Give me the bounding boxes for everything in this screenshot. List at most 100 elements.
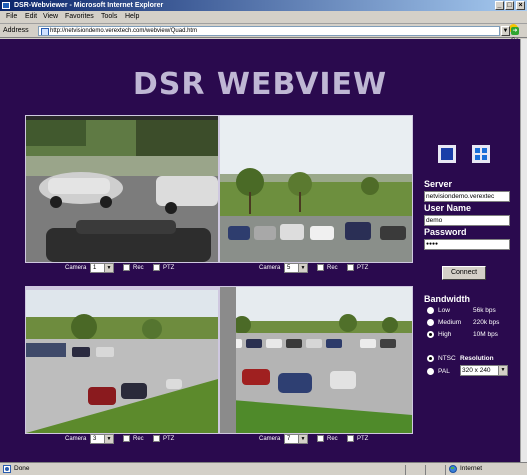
bandwidth-label: Bandwidth [424, 294, 470, 304]
connect-button[interactable]: Connect [442, 266, 486, 280]
ptz-label: PTZ [357, 265, 369, 271]
quad-view-icon[interactable] [472, 145, 490, 163]
single-view-icon[interactable] [438, 145, 456, 163]
menu-view[interactable]: View [43, 13, 58, 20]
camera-select[interactable]: 5 ▼ [284, 263, 308, 273]
maximize-button[interactable]: □ [505, 1, 514, 10]
address-label: Address [3, 27, 29, 34]
camera-select-value: 3 [93, 436, 97, 442]
ptz-checkbox[interactable] [153, 435, 160, 442]
rec-label: Rec [327, 436, 338, 442]
rec-checkbox[interactable] [317, 264, 324, 271]
go-arrow-icon: ➜ [511, 27, 519, 35]
resolution-value: 320 x 240 [462, 367, 491, 374]
username-label: User Name [424, 203, 472, 213]
camera-image-lot-trees [220, 116, 412, 262]
resolution-select[interactable]: 320 x 240 ▼ [460, 365, 508, 376]
bandwidth-low-label: Low [438, 307, 450, 314]
zone-text: Internet [460, 465, 483, 472]
camera-controls-5: Camera 5 ▼ Rec PTZ [219, 262, 411, 274]
camera-select[interactable]: 3 ▼ [90, 434, 114, 444]
camera-view-7[interactable] [219, 286, 413, 434]
rec-checkbox[interactable] [123, 264, 130, 271]
chevron-down-icon: ▼ [498, 366, 507, 375]
page-done-icon [3, 465, 11, 473]
camera-view-1[interactable] [25, 115, 219, 263]
camera-controls-1: Camera 1 ▼ Rec PTZ [25, 262, 217, 274]
camera-label: Camera [259, 265, 281, 271]
bandwidth-medium-label: Medium [438, 319, 462, 326]
menu-favorites[interactable]: Favorites [65, 13, 94, 20]
camera-select[interactable]: 7 ▼ [284, 434, 308, 444]
rec-label: Rec [133, 265, 144, 271]
chevron-down-icon: ▼ [298, 435, 307, 443]
password-input[interactable]: ●●●● [424, 239, 510, 250]
bandwidth-low-rate: 56k bps [473, 307, 496, 314]
window-title-bar: DSR-Webviewer - Microsoft Internet Explo… [0, 0, 527, 11]
ntsc-radio[interactable] [427, 355, 434, 362]
rec-label: Rec [133, 436, 144, 442]
window-title: DSR-Webviewer - Microsoft Internet Explo… [14, 2, 164, 9]
pal-label: PAL [438, 368, 450, 375]
menu-help[interactable]: Help [125, 13, 139, 20]
server-label: Server [424, 179, 453, 189]
page-title: DSR WEBVIEW [132, 67, 388, 102]
menu-edit[interactable]: Edit [25, 13, 37, 20]
go-button[interactable]: ➜ Go [511, 26, 527, 44]
ptz-label: PTZ [357, 436, 369, 442]
menu-file[interactable]: File [6, 13, 17, 20]
ptz-checkbox[interactable] [153, 264, 160, 271]
page-content: DSR WEBVIEW Camera 1 ▼ Rec PTZ Camera 5 … [0, 39, 520, 462]
camera-controls-7: Camera 7 ▼ Rec PTZ [219, 433, 411, 445]
camera-select[interactable]: 1 ▼ [90, 263, 114, 273]
minimize-button[interactable]: _ [495, 1, 504, 10]
bandwidth-high-rate: 10M bps [473, 331, 498, 338]
rec-checkbox[interactable] [123, 435, 130, 442]
page-icon [41, 28, 49, 35]
status-text: Done [14, 465, 30, 472]
camera-view-5[interactable] [219, 115, 413, 263]
camera-image-lot-overhead [26, 287, 218, 433]
bandwidth-medium-rate: 220k bps [473, 319, 500, 326]
camera-select-value: 1 [93, 265, 97, 271]
bandwidth-medium-radio[interactable] [427, 319, 434, 326]
menu-bar: File Edit View Favorites Tools Help e [0, 11, 527, 34]
bandwidth-high-label: High [438, 331, 452, 338]
camera-controls-3: Camera 3 ▼ Rec PTZ [25, 433, 217, 445]
ptz-checkbox[interactable] [347, 264, 354, 271]
address-bar: Address http://netvisiondemo.verextech.c… [0, 24, 527, 44]
vertical-scrollbar[interactable] [520, 39, 527, 462]
ptz-label: PTZ [163, 265, 175, 271]
ptz-label: PTZ [163, 436, 175, 442]
camera-select-value: 5 [287, 265, 291, 271]
status-bar: Done Internet [0, 462, 527, 475]
server-input[interactable]: netvisiondemo.verextec [424, 191, 510, 202]
ntsc-label: NTSC [438, 355, 456, 362]
chevron-down-icon: ▼ [298, 264, 307, 272]
ie-page-icon [2, 2, 10, 9]
camera-select-value: 7 [287, 436, 291, 442]
chevron-down-icon: ▼ [104, 264, 113, 272]
ptz-checkbox[interactable] [347, 435, 354, 442]
camera-label: Camera [65, 265, 87, 271]
bandwidth-high-radio[interactable] [427, 331, 434, 338]
camera-image-lot-wide [220, 287, 412, 433]
camera-label: Camera [65, 436, 87, 442]
pal-radio[interactable] [427, 368, 434, 375]
close-button[interactable]: × [516, 1, 525, 10]
camera-image-parking-cars [26, 116, 218, 262]
password-label: Password [424, 227, 467, 237]
address-url: http://netvisiondemo.verextech.com/webvi… [50, 28, 198, 34]
rec-checkbox[interactable] [317, 435, 324, 442]
internet-zone-icon [449, 465, 457, 473]
address-input[interactable]: http://netvisiondemo.verextech.com/webvi… [38, 26, 500, 36]
chevron-down-icon: ▼ [104, 435, 113, 443]
username-input[interactable]: demo [424, 215, 510, 226]
camera-label: Camera [259, 436, 281, 442]
resolution-label: Resolution [460, 355, 494, 362]
bandwidth-low-radio[interactable] [427, 307, 434, 314]
camera-view-3[interactable] [25, 286, 219, 434]
menu-tools[interactable]: Tools [101, 13, 117, 20]
rec-label: Rec [327, 265, 338, 271]
address-dropdown-button[interactable]: ▼ [501, 26, 510, 36]
